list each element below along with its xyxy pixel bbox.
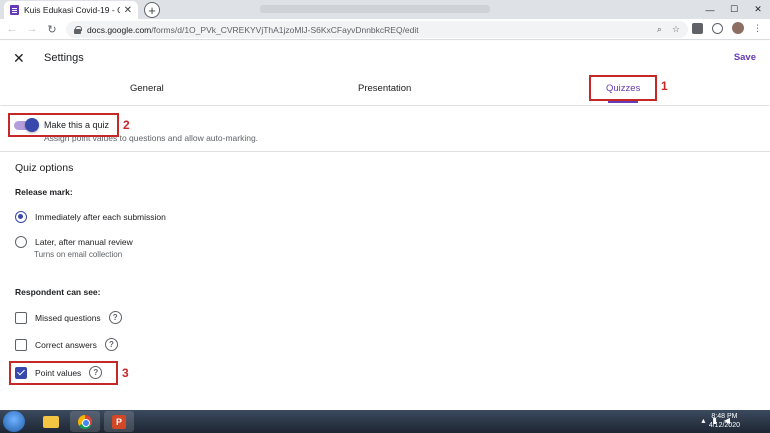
annotation-box-make-quiz: [8, 113, 119, 137]
search-icon[interactable]: ⌕: [657, 24, 662, 35]
release-immediately-option[interactable]: Immediately after each submission: [15, 211, 166, 223]
browser-tab[interactable]: Kuis Edukasi Covid-19 - Google F ✕: [4, 1, 138, 19]
correct-answers-option[interactable]: Correct answers ?: [15, 338, 118, 351]
annotation-box-point-values: [9, 361, 118, 385]
start-button[interactable]: [3, 411, 25, 432]
folder-icon: [43, 415, 59, 428]
address-bar[interactable]: docs.google.com/forms/d/1O_PVk_CVREKYVjT…: [66, 21, 688, 38]
page-title: Settings: [44, 52, 84, 64]
taskbar-powerpoint[interactable]: P: [104, 411, 134, 432]
blurred-tab-title: [260, 5, 490, 13]
release-later-option[interactable]: Later, after manual review: [15, 236, 133, 248]
minimize-button[interactable]: —: [698, 0, 722, 19]
radio-button[interactable]: [15, 236, 27, 248]
taskbar-chrome[interactable]: [70, 411, 100, 432]
windows-taskbar: P ▴ ▮ ◀ 8:48 PM 4/12/2020: [0, 410, 770, 433]
quiz-options-heading: Quiz options: [15, 162, 74, 174]
save-button[interactable]: Save: [734, 52, 756, 63]
release-mark-label: Release mark:: [15, 187, 73, 197]
taskbar-clock[interactable]: 8:48 PM 4/12/2020: [709, 412, 740, 430]
help-icon[interactable]: ?: [104, 338, 118, 351]
radio-button-selected[interactable]: [15, 211, 27, 223]
annotation-number-3: 3: [122, 366, 129, 380]
chrome-icon: [78, 414, 92, 429]
tab-general[interactable]: General: [130, 83, 164, 94]
missed-questions-option[interactable]: Missed questions ?: [15, 311, 122, 324]
release-later-sublabel: Turns on email collection: [34, 250, 123, 259]
release-immediately-label: Immediately after each submission: [35, 212, 166, 222]
annotation-box-quizzes: [589, 75, 657, 101]
tray-arrow-icon[interactable]: ▴: [701, 416, 705, 425]
respondent-can-see-label: Respondent can see:: [15, 287, 101, 297]
browser-tab-title: Kuis Edukasi Covid-19 - Google F: [24, 5, 120, 15]
clock-date: 4/12/2020: [708, 422, 740, 429]
missed-questions-checkbox[interactable]: [15, 311, 27, 324]
taskbar-explorer[interactable]: [36, 411, 66, 432]
clock-time: 8:48 PM: [711, 413, 738, 420]
annotation-number-2: 2: [123, 118, 130, 132]
browser-tab-strip: Kuis Edukasi Covid-19 - Google F ✕ + — ☐…: [0, 0, 770, 19]
tab-presentation[interactable]: Presentation: [358, 83, 411, 94]
extension-icon[interactable]: [712, 22, 723, 34]
reload-button[interactable]: ↻: [44, 23, 60, 36]
extension-icon[interactable]: [692, 22, 703, 34]
close-settings-button[interactable]: ✕: [13, 50, 25, 67]
browser-toolbar: ← → ↻ docs.google.com/forms/d/1O_PVk_CVR…: [0, 19, 770, 40]
maximize-button[interactable]: ☐: [722, 0, 746, 19]
google-forms-favicon-icon: [10, 5, 19, 15]
url-host: docs.google.com: [87, 24, 152, 35]
menu-dots-icon[interactable]: ⋮: [753, 23, 762, 34]
url-path: /forms/d/1O_PVk_CVREKYVjThA1jzoMlJ-S6KxC…: [151, 24, 419, 35]
close-tab-icon[interactable]: ✕: [124, 5, 132, 16]
bookmark-star-icon[interactable]: ☆: [672, 24, 680, 35]
correct-answers-label: Correct answers: [35, 339, 97, 350]
close-window-button[interactable]: ✕: [746, 0, 770, 19]
new-tab-button[interactable]: +: [144, 2, 160, 18]
lock-icon: [74, 25, 82, 34]
back-button[interactable]: ←: [4, 23, 20, 35]
correct-answers-checkbox[interactable]: [15, 338, 27, 351]
forward-button[interactable]: →: [24, 23, 40, 35]
missed-questions-label: Missed questions: [35, 312, 101, 323]
divider: [0, 151, 770, 152]
help-icon[interactable]: ?: [108, 311, 122, 324]
window-controls: — ☐ ✕: [698, 0, 770, 19]
annotation-number-1: 1: [661, 79, 668, 93]
profile-avatar[interactable]: [732, 22, 744, 34]
powerpoint-icon: P: [112, 414, 126, 429]
release-later-label: Later, after manual review: [35, 237, 133, 247]
